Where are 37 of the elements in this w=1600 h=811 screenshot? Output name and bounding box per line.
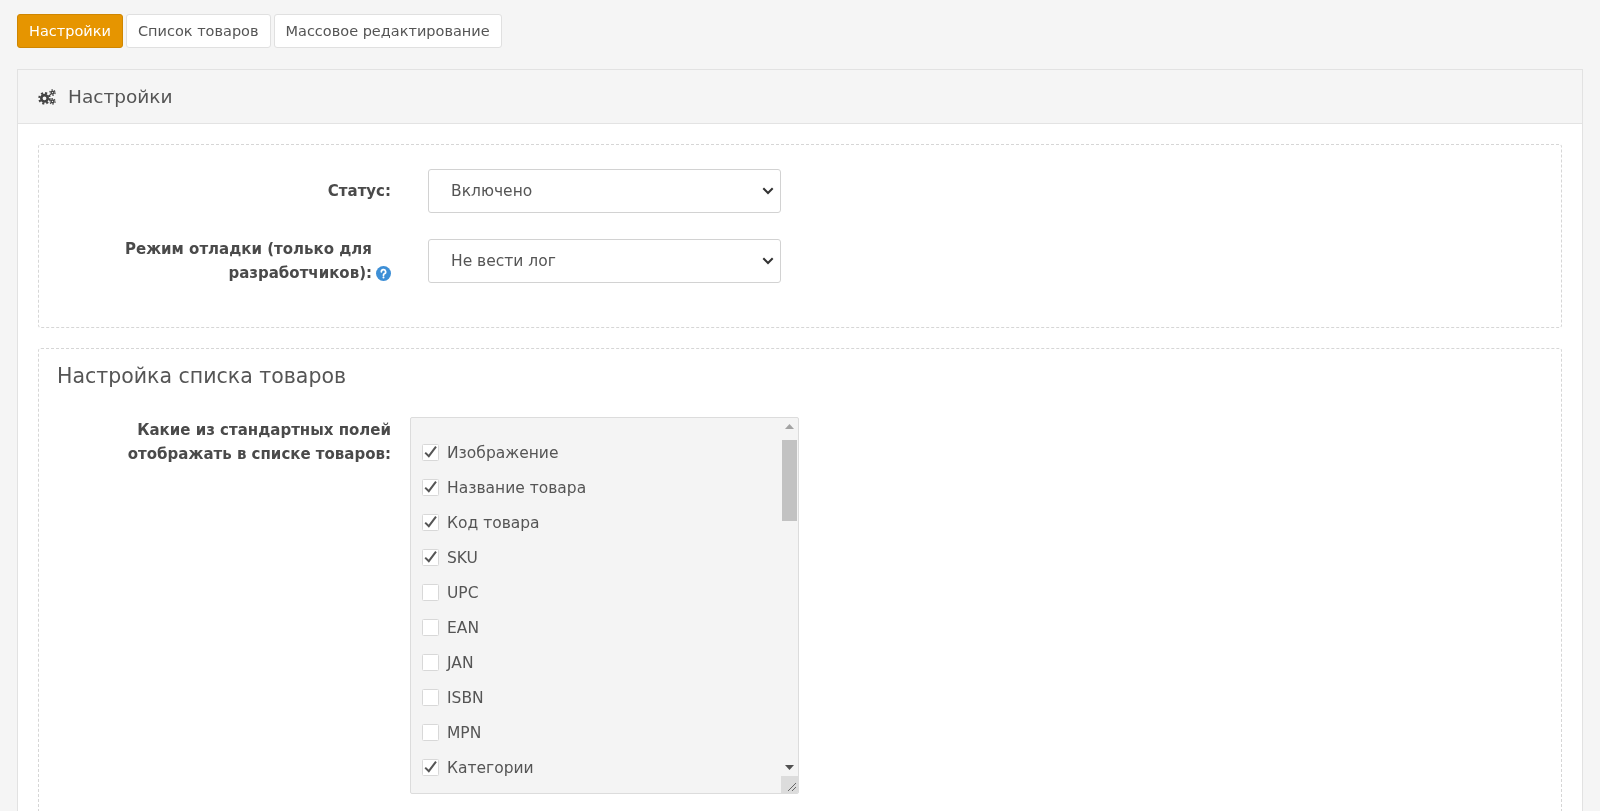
option-label: Категории bbox=[447, 758, 534, 777]
section-title: Настройка списка товаров bbox=[57, 364, 347, 388]
gears-icon bbox=[38, 88, 56, 105]
option-label: EAN bbox=[447, 618, 479, 637]
option-label: SKU bbox=[447, 548, 478, 567]
tab[interactable]: Список товаров bbox=[125, 14, 271, 48]
checkbox[interactable] bbox=[422, 444, 439, 461]
field-label: Какие из стандартных полей отображать в списке товаров: bbox=[126, 420, 391, 465]
field-label: Статус: bbox=[327, 181, 391, 202]
scroll-up-icon[interactable] bbox=[785, 424, 794, 429]
checkbox[interactable] bbox=[422, 514, 439, 531]
dropdown-select[interactable]: Включено bbox=[428, 169, 781, 213]
checkbox[interactable] bbox=[422, 689, 439, 706]
chevron-down-icon bbox=[762, 257, 774, 265]
checkbox[interactable] bbox=[422, 584, 439, 601]
tab[interactable]: Массовое редактирование bbox=[273, 14, 502, 48]
scrollbar-thumb[interactable] bbox=[782, 440, 797, 521]
chevron-down-icon bbox=[762, 187, 774, 195]
option-label: UPC bbox=[447, 583, 479, 602]
checkbox[interactable] bbox=[422, 759, 439, 776]
option-label: ISBN bbox=[447, 688, 484, 707]
checkbox[interactable] bbox=[422, 724, 439, 741]
checkbox[interactable] bbox=[422, 549, 439, 566]
option-label: JAN bbox=[447, 653, 474, 672]
option-label: Название товара bbox=[447, 478, 587, 497]
panel-title: Настройки bbox=[68, 86, 173, 107]
field-label: Режим отладки (только для разработчиков): bbox=[124, 239, 372, 284]
help-icon[interactable] bbox=[376, 266, 391, 281]
resize-grip-icon[interactable] bbox=[781, 776, 798, 793]
option-label: MPN bbox=[447, 723, 482, 742]
dropdown-select[interactable]: Не вести лог bbox=[428, 239, 781, 283]
option-label: Изображение bbox=[447, 443, 559, 462]
checkbox[interactable] bbox=[422, 479, 439, 496]
checkbox[interactable] bbox=[422, 619, 439, 636]
checkbox[interactable] bbox=[422, 654, 439, 671]
scroll-down-icon[interactable] bbox=[785, 765, 794, 770]
option-label: Код товара bbox=[447, 513, 540, 532]
